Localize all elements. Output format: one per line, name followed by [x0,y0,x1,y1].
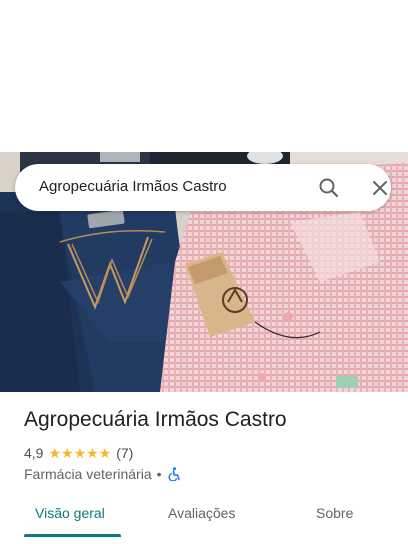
search-bar[interactable]: Agropecuária Irmãos Castro [15,164,391,211]
close-icon[interactable] [368,176,392,200]
separator-dot: • [156,466,162,482]
tab-about[interactable]: Sobre [316,505,353,521]
place-category: Farmácia veterinária [24,466,152,482]
active-tab-indicator [24,534,121,537]
tab-overview[interactable]: Visão geral [35,505,105,521]
tab-reviews[interactable]: Avaliações [168,505,235,521]
search-icon[interactable] [317,176,341,200]
review-count[interactable]: (7) [116,445,133,461]
place-tabs: Visão geral Avaliações Sobre [0,496,408,544]
category-row: Farmácia veterinária • [24,465,181,483]
place-name: Agropecuária Irmãos Castro [24,408,287,431]
rating-value: 4,9 [24,445,44,461]
rating-row[interactable]: 4,9 ★★★★★ (7) [24,444,133,462]
star-rating-icons: ★★★★★ [48,444,112,461]
search-input[interactable]: Agropecuária Irmãos Castro [39,178,227,195]
wheelchair-icon [167,467,181,482]
